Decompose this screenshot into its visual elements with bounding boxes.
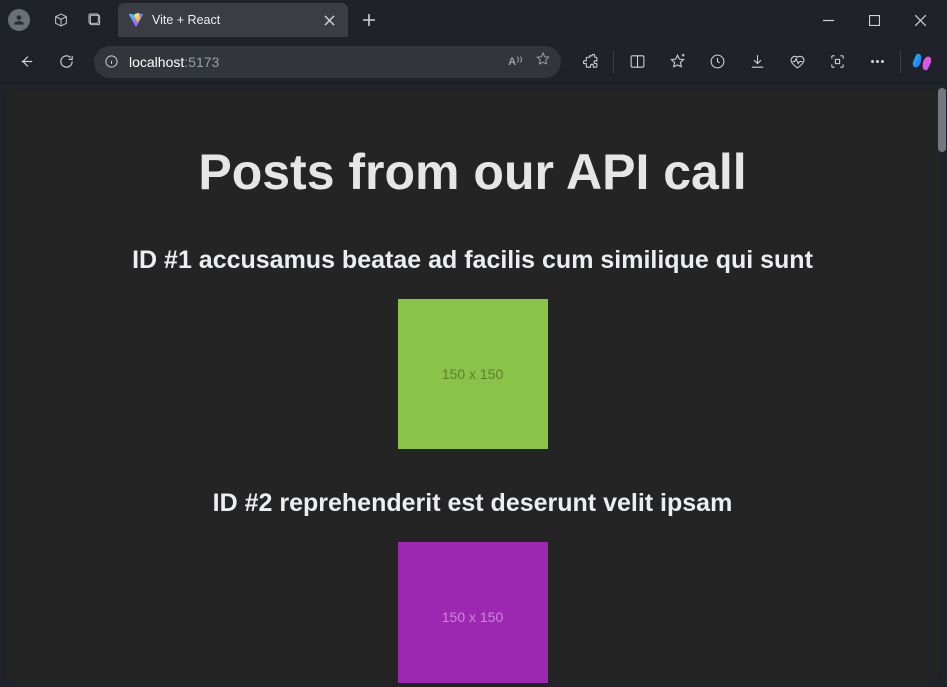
post-thumbnail: 150 x 150 [398,299,548,449]
performance-button[interactable] [778,45,816,79]
vite-favicon-icon [128,12,144,28]
browser-tab[interactable]: Vite + React [118,3,348,37]
split-screen-button[interactable] [618,45,656,79]
post-thumbnail: 150 x 150 [398,542,548,683]
maximize-icon [869,15,880,26]
plus-icon [362,13,376,27]
address-bar[interactable]: localhost:5173 A⁾⁾ [94,46,561,78]
page-heading: Posts from our API call [6,145,939,200]
workspaces-icon[interactable] [44,3,78,37]
arrow-left-icon [18,53,35,70]
copilot-button[interactable] [905,45,939,79]
read-aloud-button[interactable]: A⁾⁾ [508,55,523,68]
toolbar-divider [900,51,901,73]
info-icon [104,54,119,69]
post-item: ID #2 reprehenderit est deserunt velit i… [6,489,939,683]
downloads-button[interactable] [738,45,776,79]
post-title: ID #2 reprehenderit est deserunt velit i… [6,489,939,518]
extensions-button[interactable] [571,45,609,79]
close-icon [324,15,335,26]
screenshot-icon [829,53,846,70]
page-scroll-area[interactable]: Posts from our API call ID #1 accusamus … [6,89,939,683]
address-host: localhost [129,54,184,70]
download-icon [749,53,766,70]
puzzle-icon [582,53,599,70]
heartbeat-icon [789,53,806,70]
tab-close-button[interactable] [318,9,340,31]
scrollbar-thumb[interactable] [938,88,946,152]
window-controls [805,4,943,36]
scrollbar[interactable] [934,86,946,685]
post-title: ID #1 accusamus beatae ad facilis cum si… [6,246,939,275]
minimize-icon [823,15,834,26]
post-item: ID #1 accusamus beatae ad facilis cum si… [6,246,939,449]
window-close-button[interactable] [897,4,943,36]
toolbar-divider [613,51,614,73]
window-titlebar: Vite + React [0,0,947,40]
star-icon [535,51,551,67]
page-content: Posts from our API call ID #1 accusamus … [6,89,939,683]
copilot-icon [911,51,933,73]
person-icon [12,13,26,27]
ellipsis-icon [869,53,886,70]
new-tab-button[interactable] [354,5,384,35]
browser-toolbar: localhost:5173 A⁾⁾ [0,40,947,84]
window-minimize-button[interactable] [805,4,851,36]
tab-actions-icon[interactable] [78,3,112,37]
profile-avatar[interactable] [8,9,30,31]
favorites-button[interactable] [658,45,696,79]
star-plus-icon [669,53,686,70]
favorite-button[interactable] [535,51,551,72]
window-maximize-button[interactable] [851,4,897,36]
history-icon [709,53,726,70]
back-button[interactable] [8,45,44,79]
thumbnail-dimensions-label: 150 x 150 [442,366,504,382]
screenshot-button[interactable] [818,45,856,79]
split-icon [629,53,646,70]
tab-title: Vite + React [152,13,310,27]
refresh-icon [58,53,75,70]
thumbnail-dimensions-label: 150 x 150 [442,609,504,625]
address-text: localhost:5173 [129,54,219,70]
address-port: :5173 [184,54,219,70]
browser-viewport: Posts from our API call ID #1 accusamus … [0,84,947,687]
close-icon [915,15,926,26]
history-button[interactable] [698,45,736,79]
site-info-button[interactable] [104,54,119,69]
menu-button[interactable] [858,45,896,79]
toolbar-right-icons [571,45,939,79]
refresh-button[interactable] [48,45,84,79]
